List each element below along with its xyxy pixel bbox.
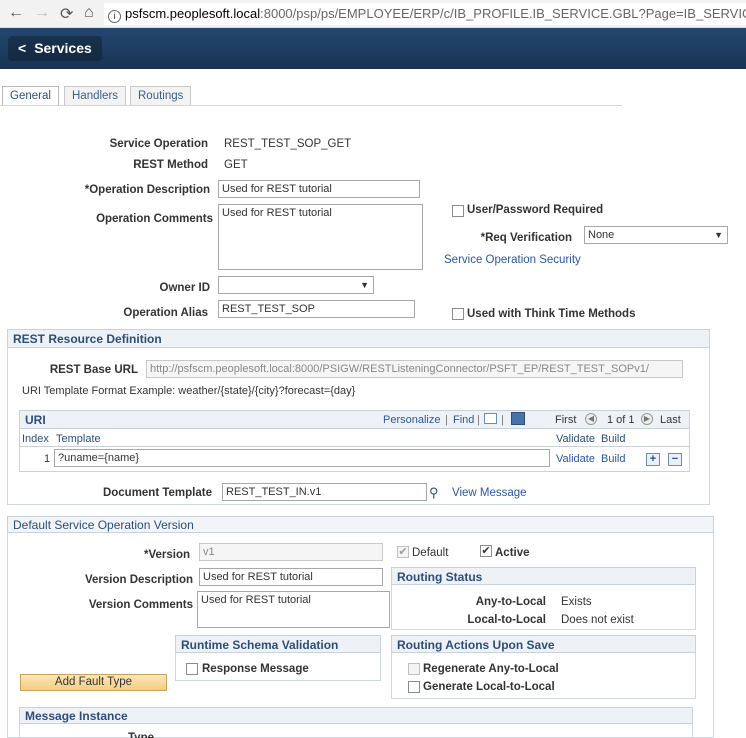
url-path: :8000/psp/ps/EMPLOYEE/ERP/c/IB_PROFILE.I… bbox=[260, 6, 746, 21]
version-field: v1 bbox=[199, 543, 383, 561]
view-all-icon[interactable] bbox=[484, 413, 497, 424]
generate-local-to-local-checkbox[interactable] bbox=[408, 681, 420, 693]
default-checkbox: ✔ bbox=[397, 546, 409, 558]
operation-comments-field[interactable]: Used for REST tutorial bbox=[218, 204, 423, 270]
personalize-link[interactable]: Personalize bbox=[383, 414, 440, 426]
tab-general[interactable]: General bbox=[2, 86, 59, 106]
uri-template-field[interactable]: ?uname={name} bbox=[54, 449, 550, 467]
url-host: psfscm.peoplesoft.local bbox=[125, 6, 261, 21]
operation-alias-label: Operation Alias bbox=[123, 307, 208, 319]
version-comments-label: Version Comments bbox=[88, 599, 193, 611]
search-icon[interactable]: ⚲ bbox=[429, 485, 439, 501]
validate-link[interactable]: Validate bbox=[556, 453, 595, 465]
app-header: < Services bbox=[0, 28, 746, 69]
view-message-link[interactable]: View Message bbox=[452, 487, 527, 499]
grid-separator-2: | bbox=[477, 414, 480, 426]
response-message-label: Response Message bbox=[202, 663, 309, 675]
active-checkbox[interactable]: ✔ bbox=[480, 545, 492, 557]
default-label: Default bbox=[412, 547, 449, 559]
delete-row-icon[interactable]: − bbox=[668, 453, 682, 466]
last-label[interactable]: Last bbox=[660, 414, 681, 426]
regenerate-any-to-local-checkbox bbox=[408, 663, 420, 675]
routing-status-title: Routing Status bbox=[391, 567, 696, 585]
dropdown-arrow-icon: ▼ bbox=[714, 230, 723, 240]
runtime-schema-title: Runtime Schema Validation bbox=[175, 635, 381, 653]
grid-separator: | bbox=[445, 414, 448, 426]
index-column-header: Index bbox=[22, 433, 49, 445]
any-to-local-value: Exists bbox=[561, 596, 592, 608]
service-operation-label: Service Operation bbox=[109, 138, 208, 150]
chevron-left-icon: < bbox=[18, 40, 27, 56]
back-arrow-icon[interactable]: ← bbox=[8, 4, 24, 22]
service-operation-value: REST_TEST_SOP_GET bbox=[224, 138, 352, 150]
home-icon[interactable]: ⌂ bbox=[84, 4, 94, 22]
any-to-local-label: Any-to-Local bbox=[475, 596, 546, 608]
add-fault-type-button[interactable]: Add Fault Type bbox=[20, 674, 167, 691]
dropdown-arrow-icon: ▼ bbox=[360, 280, 369, 290]
first-label[interactable]: First bbox=[555, 414, 576, 426]
version-description-label: Version Description bbox=[84, 574, 193, 586]
browser-toolbar: ← → ⟳ ⌂ i psfscm.peoplesoft.local:8000/ps… bbox=[0, 0, 746, 28]
find-link[interactable]: Find bbox=[453, 414, 474, 426]
generate-local-to-local-label: Generate Local-to-Local bbox=[423, 681, 555, 693]
row-index: 1 bbox=[44, 453, 51, 465]
user-password-checkbox[interactable] bbox=[452, 205, 464, 217]
grid-separator-3: | bbox=[501, 414, 504, 426]
uri-example-text: URI Template Format Example: weather/{st… bbox=[22, 385, 356, 397]
build-column-header: Build bbox=[601, 433, 626, 445]
page-info: 1 of 1 bbox=[607, 414, 635, 426]
rest-method-value: GET bbox=[224, 159, 248, 171]
download-spreadsheet-icon[interactable] bbox=[511, 412, 525, 425]
operation-description-field[interactable]: Used for REST tutorial bbox=[218, 180, 420, 198]
tab-divider bbox=[0, 105, 622, 106]
document-template-label: Document Template bbox=[102, 487, 212, 499]
back-to-services-button[interactable]: < Services bbox=[8, 36, 102, 61]
local-to-local-label: Local-to-Local bbox=[467, 614, 546, 626]
response-message-checkbox[interactable] bbox=[186, 663, 198, 675]
owner-id-label: Owner ID bbox=[159, 282, 210, 294]
validate-column-header: Validate bbox=[556, 433, 595, 445]
think-time-label: Used with Think Time Methods bbox=[467, 308, 636, 320]
owner-id-select[interactable]: ▼ bbox=[218, 276, 374, 294]
message-type-label: Type bbox=[128, 732, 154, 738]
info-icon: i bbox=[108, 10, 121, 23]
build-link[interactable]: Build bbox=[601, 453, 625, 465]
next-icon[interactable]: ▶ bbox=[641, 413, 653, 425]
previous-icon[interactable]: ◀ bbox=[585, 413, 597, 425]
service-operation-security-link[interactable]: Service Operation Security bbox=[444, 254, 581, 266]
operation-alias-field[interactable]: REST_TEST_SOP bbox=[218, 300, 415, 318]
tab-routings[interactable]: Routings bbox=[130, 86, 192, 106]
req-verification-select[interactable]: None ▼ bbox=[584, 226, 728, 244]
operation-description-label: *Operation Description bbox=[84, 184, 210, 196]
user-password-label: User/Password Required bbox=[467, 204, 604, 216]
rest-base-url-label: REST Base URL bbox=[49, 364, 138, 376]
back-button-label: Services bbox=[34, 40, 92, 56]
regenerate-any-to-local-label: Regenerate Any-to-Local bbox=[423, 663, 559, 675]
req-verification-label: *Req Verification bbox=[480, 232, 572, 244]
routing-actions-title: Routing Actions Upon Save bbox=[391, 635, 696, 653]
req-verification-value: None bbox=[588, 229, 615, 241]
rest-method-label: REST Method bbox=[133, 159, 208, 171]
default-version-title: Default Service Operation Version bbox=[7, 516, 714, 533]
rest-resource-title: REST Resource Definition bbox=[7, 329, 710, 348]
version-comments-field[interactable]: Used for REST tutorial bbox=[197, 591, 390, 628]
rest-base-url-field: http://psfscm.peoplesoft.local:8000/PSIG… bbox=[146, 360, 683, 378]
local-to-local-value: Does not exist bbox=[561, 614, 634, 626]
tab-handlers[interactable]: Handlers bbox=[64, 86, 127, 106]
version-label: *Version bbox=[143, 549, 190, 561]
grid-header-divider bbox=[20, 446, 689, 447]
think-time-checkbox[interactable] bbox=[452, 308, 464, 320]
reload-icon[interactable]: ⟳ bbox=[60, 4, 73, 24]
active-label: Active bbox=[495, 547, 530, 559]
message-instance-title: Message Instance bbox=[19, 707, 693, 724]
address-bar[interactable]: i psfscm.peoplesoft.local:8000/psp/ps/EMP… bbox=[104, 3, 746, 25]
operation-comments-label: Operation Comments bbox=[96, 213, 213, 225]
document-template-field[interactable]: REST_TEST_IN.v1 bbox=[222, 483, 427, 501]
forward-arrow-icon[interactable]: → bbox=[34, 4, 50, 22]
uri-grid-title: URI bbox=[25, 413, 46, 427]
version-description-field[interactable]: Used for REST tutorial bbox=[199, 568, 383, 586]
template-column-header: Template bbox=[56, 433, 101, 445]
add-row-icon[interactable]: + bbox=[646, 453, 660, 466]
